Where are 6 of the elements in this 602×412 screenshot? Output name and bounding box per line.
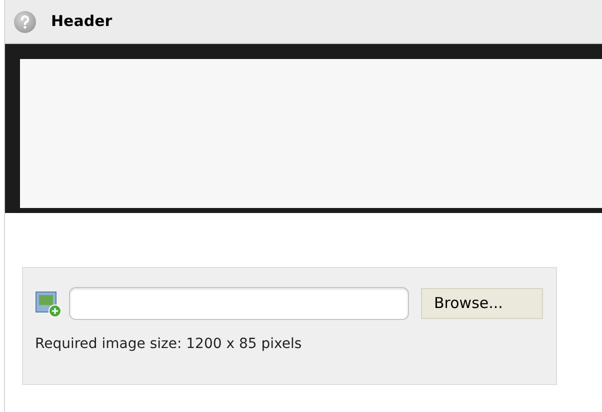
file-field[interactable] (69, 287, 409, 320)
image-size-hint: Required image size: 1200 x 85 pixels (35, 335, 303, 354)
section-title: Header (51, 11, 112, 32)
browse-button[interactable]: Browse... (421, 288, 543, 319)
help-icon[interactable] (13, 10, 37, 34)
add-image-icon (35, 290, 62, 318)
